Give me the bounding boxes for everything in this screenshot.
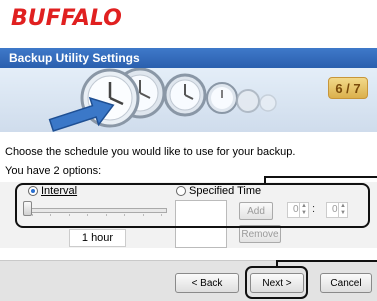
next-highlight	[245, 266, 308, 299]
back-button[interactable]: < Back	[175, 273, 239, 293]
instruction-line: You have 2 options:	[5, 165, 102, 177]
interval-value: 1 hour	[69, 229, 126, 247]
callout-line	[276, 260, 377, 262]
backup-arrow-icon	[48, 96, 115, 132]
cancel-button[interactable]: Cancel	[320, 273, 372, 293]
callout-line	[264, 176, 377, 178]
instruction-line: Choose the schedule you would like to us…	[5, 146, 296, 158]
buffalo-logo: BUFFALO	[11, 6, 122, 31]
callout-line	[264, 176, 266, 184]
options-highlight	[15, 183, 370, 228]
callout-line	[276, 260, 278, 267]
page-title: Backup Utility Settings	[0, 48, 377, 68]
step-indicator: 6 / 7	[328, 77, 368, 99]
instructions: Choose the schedule you would like to us…	[5, 143, 295, 181]
header-banner	[0, 68, 377, 132]
